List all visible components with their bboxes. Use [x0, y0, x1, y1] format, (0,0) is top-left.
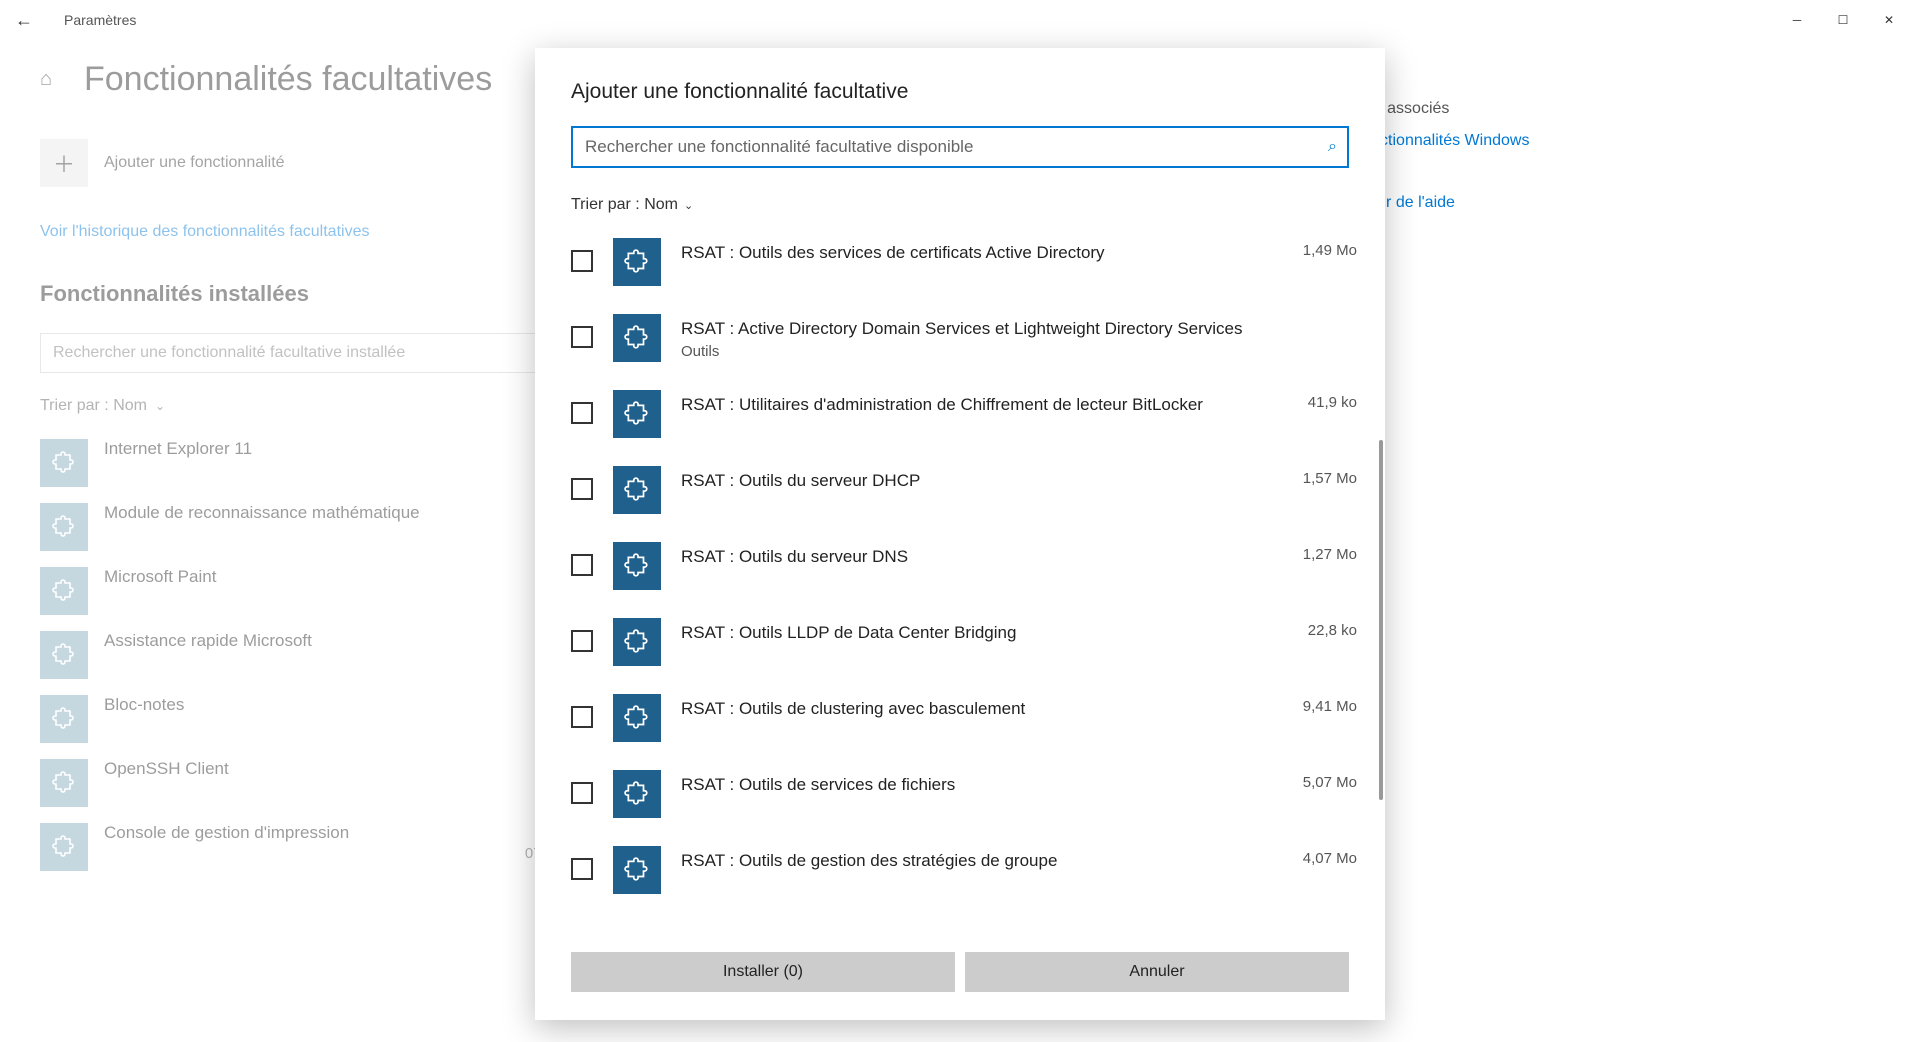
- history-link[interactable]: Voir l'historique des fonctionnalités fa…: [40, 223, 369, 241]
- help-link[interactable]: 💬 Obtenir de l'aide: [1300, 190, 1880, 215]
- installed-name: Assistance rapide Microsoft: [104, 631, 312, 651]
- feature-icon: [40, 439, 88, 487]
- feature-name: RSAT : Outils de services de fichiers: [681, 774, 1283, 797]
- titlebar: ← Paramètres ─ ☐ ✕: [0, 0, 1920, 40]
- feature-icon: [613, 314, 661, 362]
- add-feature-dialog: Ajouter une fonctionnalité facultative ⌕…: [535, 48, 1385, 1020]
- feature-icon: [613, 694, 661, 742]
- feature-checkbox[interactable]: [571, 858, 593, 880]
- chevron-down-icon: ⌄: [684, 199, 693, 212]
- installed-item[interactable]: Bloc-notes 6: [40, 695, 600, 743]
- install-button[interactable]: Installer (0): [571, 952, 955, 992]
- installed-name: Bloc-notes: [104, 695, 184, 715]
- feature-icon: [40, 503, 88, 551]
- installed-name: Console de gestion d'impression: [104, 823, 349, 843]
- installed-item[interactable]: Assistance rapide Microsoft 2, 07/12: [40, 631, 600, 679]
- chevron-down-icon: ⌄: [155, 399, 165, 413]
- app-title: Paramètres: [64, 12, 136, 28]
- sort-label: Trier par : Nom: [40, 397, 147, 415]
- sort-features-label: Trier par : Nom: [571, 196, 678, 214]
- installed-item[interactable]: Microsoft Paint 6, 07/12: [40, 567, 600, 615]
- cancel-button[interactable]: Annuler: [965, 952, 1349, 992]
- feature-icon: [613, 770, 661, 818]
- search-icon: ⌕: [1328, 138, 1337, 156]
- sort-features[interactable]: Trier par : Nom ⌄: [535, 188, 1385, 220]
- feature-item[interactable]: RSAT : Outils de services de fichiers 5,…: [571, 756, 1367, 832]
- feature-icon: [613, 466, 661, 514]
- feature-checkbox[interactable]: [571, 250, 593, 272]
- installed-item[interactable]: Module de reconnaissance mathématique 33: [40, 503, 600, 551]
- close-button[interactable]: ✕: [1866, 4, 1912, 36]
- feature-checkbox[interactable]: [571, 402, 593, 424]
- feature-icon: [613, 390, 661, 438]
- related-header: Paramètres associés: [1300, 100, 1880, 118]
- feature-checkbox[interactable]: [571, 478, 593, 500]
- maximize-button[interactable]: ☐: [1820, 4, 1866, 36]
- feature-icon: [40, 759, 88, 807]
- feature-size: 1,27 Mo: [1303, 542, 1357, 563]
- feature-item[interactable]: RSAT : Utilitaires d'administration de C…: [571, 376, 1367, 452]
- feature-item[interactable]: RSAT : Outils LLDP de Data Center Bridgi…: [571, 604, 1367, 680]
- feature-icon: [613, 846, 661, 894]
- add-feature-button[interactable]: ＋: [40, 139, 88, 187]
- feature-name: RSAT : Utilitaires d'administration de C…: [681, 394, 1288, 417]
- home-icon[interactable]: ⌂: [40, 68, 64, 91]
- more-features-link[interactable]: Plus de fonctionnalités Windows: [1300, 132, 1880, 150]
- add-feature-label: Ajouter une fonctionnalité: [104, 154, 285, 172]
- feature-checkbox[interactable]: [571, 630, 593, 652]
- feature-name: RSAT : Outils LLDP de Data Center Bridgi…: [681, 622, 1288, 645]
- feature-icon: [613, 238, 661, 286]
- minimize-button[interactable]: ─: [1774, 4, 1820, 36]
- feature-name: RSAT : Outils de clustering avec bascule…: [681, 698, 1283, 721]
- feature-item[interactable]: RSAT : Active Directory Domain Services …: [571, 300, 1367, 376]
- feature-icon: [613, 542, 661, 590]
- installed-item[interactable]: OpenSSH Client 1: [40, 759, 600, 807]
- installed-name: Microsoft Paint: [104, 567, 216, 587]
- installed-name: Module de reconnaissance mathématique: [104, 503, 420, 523]
- feature-icon: [40, 567, 88, 615]
- feature-size: 41,9 ko: [1308, 390, 1357, 411]
- feature-size: 1,49 Mo: [1303, 238, 1357, 259]
- feature-item[interactable]: RSAT : Outils des services de certificat…: [571, 224, 1367, 300]
- feature-checkbox[interactable]: [571, 782, 593, 804]
- feature-name: RSAT : Outils des services de certificat…: [681, 242, 1283, 265]
- feature-item[interactable]: RSAT : Outils du serveur DNS 1,27 Mo: [571, 528, 1367, 604]
- feature-name: RSAT : Outils de gestion des stratégies …: [681, 850, 1283, 873]
- installed-item[interactable]: Console de gestion d'impression 07/12/20…: [40, 823, 600, 871]
- page-title: Fonctionnalités facultatives: [84, 60, 492, 99]
- feature-checkbox[interactable]: [571, 326, 593, 348]
- feature-size: 9,41 Mo: [1303, 694, 1357, 715]
- feature-size: 4,07 Mo: [1303, 846, 1357, 867]
- feature-sub: Outils: [681, 343, 1337, 360]
- installed-name: OpenSSH Client: [104, 759, 229, 779]
- feature-name: RSAT : Active Directory Domain Services …: [681, 318, 1337, 341]
- feature-checkbox[interactable]: [571, 706, 593, 728]
- feature-item[interactable]: RSAT : Outils de clustering avec bascule…: [571, 680, 1367, 756]
- feature-item[interactable]: RSAT : Outils de gestion des stratégies …: [571, 832, 1367, 908]
- dialog-title: Ajouter une fonctionnalité facultative: [571, 80, 1349, 104]
- scrollbar[interactable]: [1379, 440, 1383, 800]
- installed-item[interactable]: Internet Explorer 11 3,2 07/12: [40, 439, 600, 487]
- feature-size: 5,07 Mo: [1303, 770, 1357, 791]
- installed-name: Internet Explorer 11: [104, 439, 252, 459]
- feature-icon: [40, 631, 88, 679]
- feature-checkbox[interactable]: [571, 554, 593, 576]
- feature-item[interactable]: RSAT : Outils du serveur DHCP 1,57 Mo: [571, 452, 1367, 528]
- back-button[interactable]: ←: [8, 10, 40, 31]
- feature-icon: [613, 618, 661, 666]
- search-feature-input[interactable]: [571, 126, 1349, 168]
- feature-name: RSAT : Outils du serveur DHCP: [681, 470, 1283, 493]
- feature-size: 22,8 ko: [1308, 618, 1357, 639]
- feature-icon: [40, 823, 88, 871]
- feature-icon: [40, 695, 88, 743]
- feature-size: 1,57 Mo: [1303, 466, 1357, 487]
- search-installed-input[interactable]: [40, 333, 600, 373]
- feature-name: RSAT : Outils du serveur DNS: [681, 546, 1283, 569]
